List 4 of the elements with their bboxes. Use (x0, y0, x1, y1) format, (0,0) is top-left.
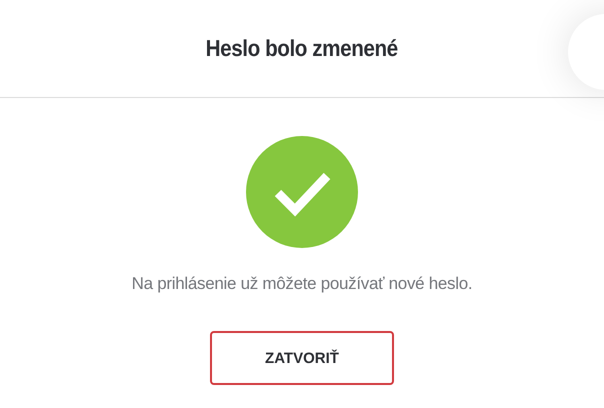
success-message: Na prihlásenie už môžete používať nové heslo. (132, 274, 472, 294)
checkmark-icon (246, 136, 358, 248)
dialog-title: Heslo bolo zmenené (206, 35, 398, 62)
close-button[interactable]: ZATVORIŤ (210, 331, 394, 385)
